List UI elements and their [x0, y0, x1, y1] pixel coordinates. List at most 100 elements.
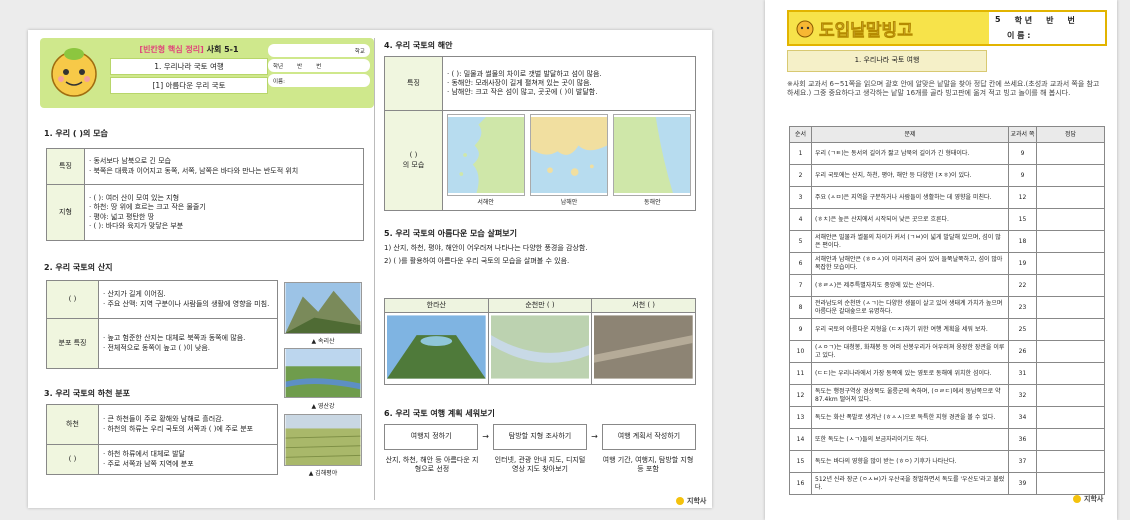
plain-photo	[284, 414, 362, 466]
number-field[interactable]: 번	[1067, 15, 1074, 26]
answer-cell[interactable]	[1036, 186, 1105, 209]
question-row: 14 또한 독도는 (ㅅㄱ)들의 보금자리이기도 하다. 36	[789, 428, 1105, 451]
worksheet-page: [빈칸형 핵심 정리] 사회 5-1 1. 우리나라 국토 여행 [1] 아름다…	[28, 30, 712, 508]
question-page: 34	[1008, 406, 1037, 429]
question-page: 39	[1008, 472, 1037, 495]
answer-cell[interactable]	[1036, 274, 1105, 297]
number-field[interactable]: 번	[316, 62, 321, 70]
section2-title: 2. 우리 국토의 산지	[44, 263, 113, 272]
answer-cell[interactable]	[1036, 296, 1105, 319]
bingo-header: 도입낱말빙고 5학 년반번 이 름 :	[787, 10, 1107, 46]
question-num: 6	[789, 252, 812, 275]
section5-text: 1) 산지, 하천, 평야, 해안이 어우러져 나타나는 다양한 풍경을 감상함…	[384, 244, 588, 266]
worksheet-title: [빈칸형 핵심 정리] 사회 5-1	[139, 45, 239, 54]
question-row: 11 (ㄷㄷ)는 우리나라에서 가장 동쪽에 있는 영토로 동해에 위치한 섬이다…	[789, 362, 1105, 385]
answer-cell[interactable]	[1036, 340, 1105, 363]
section4-title: 4. 우리 국토의 해안	[384, 41, 453, 50]
question-num: 4	[789, 208, 812, 231]
question-page: 15	[1008, 208, 1037, 231]
question-page: 36	[1008, 428, 1037, 451]
section1-title: 1. 우리 ( )의 모습	[44, 129, 108, 138]
section3-table: 하천 · 큰 하천들이 주로 황해와 남해로 흘러감. · 하천의 하류는 우리 …	[46, 404, 278, 475]
question-row: 16 512년 신라 장군 (ㅇㅅㅂ)가 우산국을 정벌하면서 독도를 '우산도'…	[789, 472, 1105, 495]
mascot-icon	[796, 20, 814, 38]
question-text: 우리 (ㄱㅌ)는 동서의 길이가 짧고 남북의 길이가 긴 형태이다.	[811, 142, 1009, 165]
answer-cell[interactable]	[1036, 428, 1105, 451]
bingo-page: 도입낱말빙고 5 학 년 반 번 이 름 : 1. 우리나라 국토 여행 ※사회 교과…	[765, 0, 1117, 520]
question-text: 우리 국토에는 산지, 하천, 평야, 해안 등 다양한 (ㅈㅎ)이 있다.	[811, 164, 1009, 187]
question-row: 6 서해안과 남해안은 (ㅎㅇㅅ)이 이리저리 굽어 있어 들쭉날쭉하고, 섬이 …	[789, 252, 1105, 275]
east-coast-map	[613, 114, 692, 197]
question-row: 1 우리 (ㄱㅌ)는 동서의 길이가 짧고 남북의 길이가 긴 형태이다. 9	[789, 142, 1105, 165]
question-num: 11	[789, 362, 812, 385]
worksheet-header: [빈칸형 핵심 정리] 사회 5-1 1. 우리나라 국토 여행 [1] 아름다…	[40, 38, 374, 108]
row-label: 특징	[46, 148, 85, 185]
unit-title: 1. 우리나라 국토 여행	[787, 50, 987, 72]
answer-cell[interactable]	[1036, 450, 1105, 473]
question-num: 10	[789, 340, 812, 363]
answer-cell[interactable]	[1036, 318, 1105, 341]
question-num: 14	[789, 428, 812, 451]
answer-cell[interactable]	[1036, 472, 1105, 495]
suncheon-photo	[490, 315, 590, 379]
section1-table: 특징 · 동서보다 남북으로 긴 모습 · 북쪽은 대륙과 이어지고 동쪽, 서쪽…	[46, 148, 364, 241]
answer-cell[interactable]	[1036, 208, 1105, 231]
question-num: 3	[789, 186, 812, 209]
lesson-title: [1] 아름다운 우리 국토	[110, 77, 268, 94]
question-text: 서해안과 남해안은 (ㅎㅇㅅ)이 이리저리 굽어 있어 들쭉날쭉하고, 섬이 많…	[811, 252, 1009, 275]
question-text: 주요 (ㅅㅁ)은 지역을 구분하거나 사람들이 생활하는 데 영향을 미친다.	[811, 186, 1009, 209]
plan-steps: 여행지 정하기 → 탐방할 지형 조사하기 → 여행 계획서 작성하기	[384, 424, 697, 450]
class-field[interactable]: 반	[297, 62, 302, 70]
question-row: 2 우리 국토에는 산지, 하천, 평야, 해안 등 다양한 (ㅈㅎ)이 있다. 9	[789, 164, 1105, 187]
plan-details: 산지, 하천, 해안 등 아름다운 지형으로 선정 인터넷, 관광 안내 지도,…	[385, 456, 694, 474]
question-text: 독도는 바다의 영향을 많이 받는 (ㅎㅇ) 기후가 나타난다.	[811, 450, 1009, 473]
question-row: 9 우리 국토의 아름다운 지형을 (ㄷㅈ)하기 위한 여행 계획을 세워 보자.…	[789, 318, 1105, 341]
question-page: 19	[1008, 252, 1037, 275]
question-num: 13	[789, 406, 812, 429]
question-num: 15	[789, 450, 812, 473]
question-num: 5	[789, 230, 812, 253]
question-num: 1	[789, 142, 812, 165]
grade-field[interactable]: 학년	[273, 62, 283, 70]
hallasan-photo	[387, 315, 486, 379]
answer-cell[interactable]	[1036, 406, 1105, 429]
question-page: 32	[1008, 384, 1037, 407]
answer-cell[interactable]	[1036, 142, 1105, 165]
question-page: 37	[1008, 450, 1037, 473]
grade-field[interactable]: 학 년	[1015, 15, 1033, 26]
answer-cell[interactable]	[1036, 164, 1105, 187]
bingo-question-table: 순서 문제 교과서 쪽 정답 1 우리 (ㄱㅌ)는 동서의 길이가 짧고 남북의 길이가…	[789, 126, 1105, 495]
question-num: 16	[789, 472, 812, 495]
answer-cell[interactable]	[1036, 384, 1105, 407]
section2-table: ( ) · 산지가 길게 이어짐. · 주요 산맥: 지역 구분이나 사람들의 생…	[46, 280, 278, 369]
question-row: 15 독도는 바다의 영향을 많이 받는 (ㅎㅇ) 기후가 나타난다. 37	[789, 450, 1105, 473]
name-field[interactable]: 이름:	[273, 77, 285, 85]
publisher-logo: 지학사	[676, 496, 706, 506]
publisher-logo: 지학사	[1073, 494, 1103, 504]
school-field[interactable]: 학교	[355, 47, 365, 55]
question-num: 9	[789, 318, 812, 341]
question-page: 12	[1008, 186, 1037, 209]
question-text: (ㄷㄷ)는 우리나라에서 가장 동쪽에 있는 영토로 동해에 위치한 섬이다.	[811, 362, 1009, 385]
class-field[interactable]: 반	[1046, 15, 1053, 26]
instructions: ※사회 교과서 6~51쪽을 읽으며 괄호 안에 알맞은 낱말을 찾아 정답 칸…	[787, 80, 1100, 98]
seocheon-photo	[594, 315, 693, 379]
photo-caption: ▲ 속리산	[311, 338, 335, 345]
question-page: 26	[1008, 340, 1037, 363]
answer-cell[interactable]	[1036, 362, 1105, 385]
question-num: 12	[789, 384, 812, 407]
question-text: 서해안은 밀물과 썰물의 차이가 커서 (ㄱㅂ)이 넓게 발달해 있으며, 섬이…	[811, 230, 1009, 253]
name-field[interactable]: 이 름 :	[1007, 30, 1099, 41]
answer-cell[interactable]	[1036, 252, 1105, 275]
photo-caption: ▲ 영산강	[311, 403, 335, 410]
mascot-icon	[51, 48, 97, 97]
question-row: 13 독도는 화산 폭발로 생겨난 (ㅎㅅㅅ)으로 독특한 지형 경관을 볼 수 …	[789, 406, 1105, 429]
west-coast-map	[446, 114, 525, 197]
photo-caption: ▲ 김해평야	[308, 470, 338, 477]
unit-title: 1. 우리나라 국토 여행	[110, 58, 268, 75]
title-box: [빈칸형 핵심 정리] 사회 5-1 1. 우리나라 국토 여행 [1] 아름다…	[110, 44, 268, 104]
section6-title: 6. 우리 국토 여행 계획 세워보기	[384, 409, 495, 418]
section5-title: 5. 우리 국토의 아름다운 모습 살펴보기	[384, 229, 517, 238]
question-text: (ㅎㄹㅅ)은 제주특별자치도 중앙에 있는 산이다.	[811, 274, 1009, 297]
answer-cell[interactable]	[1036, 230, 1105, 253]
